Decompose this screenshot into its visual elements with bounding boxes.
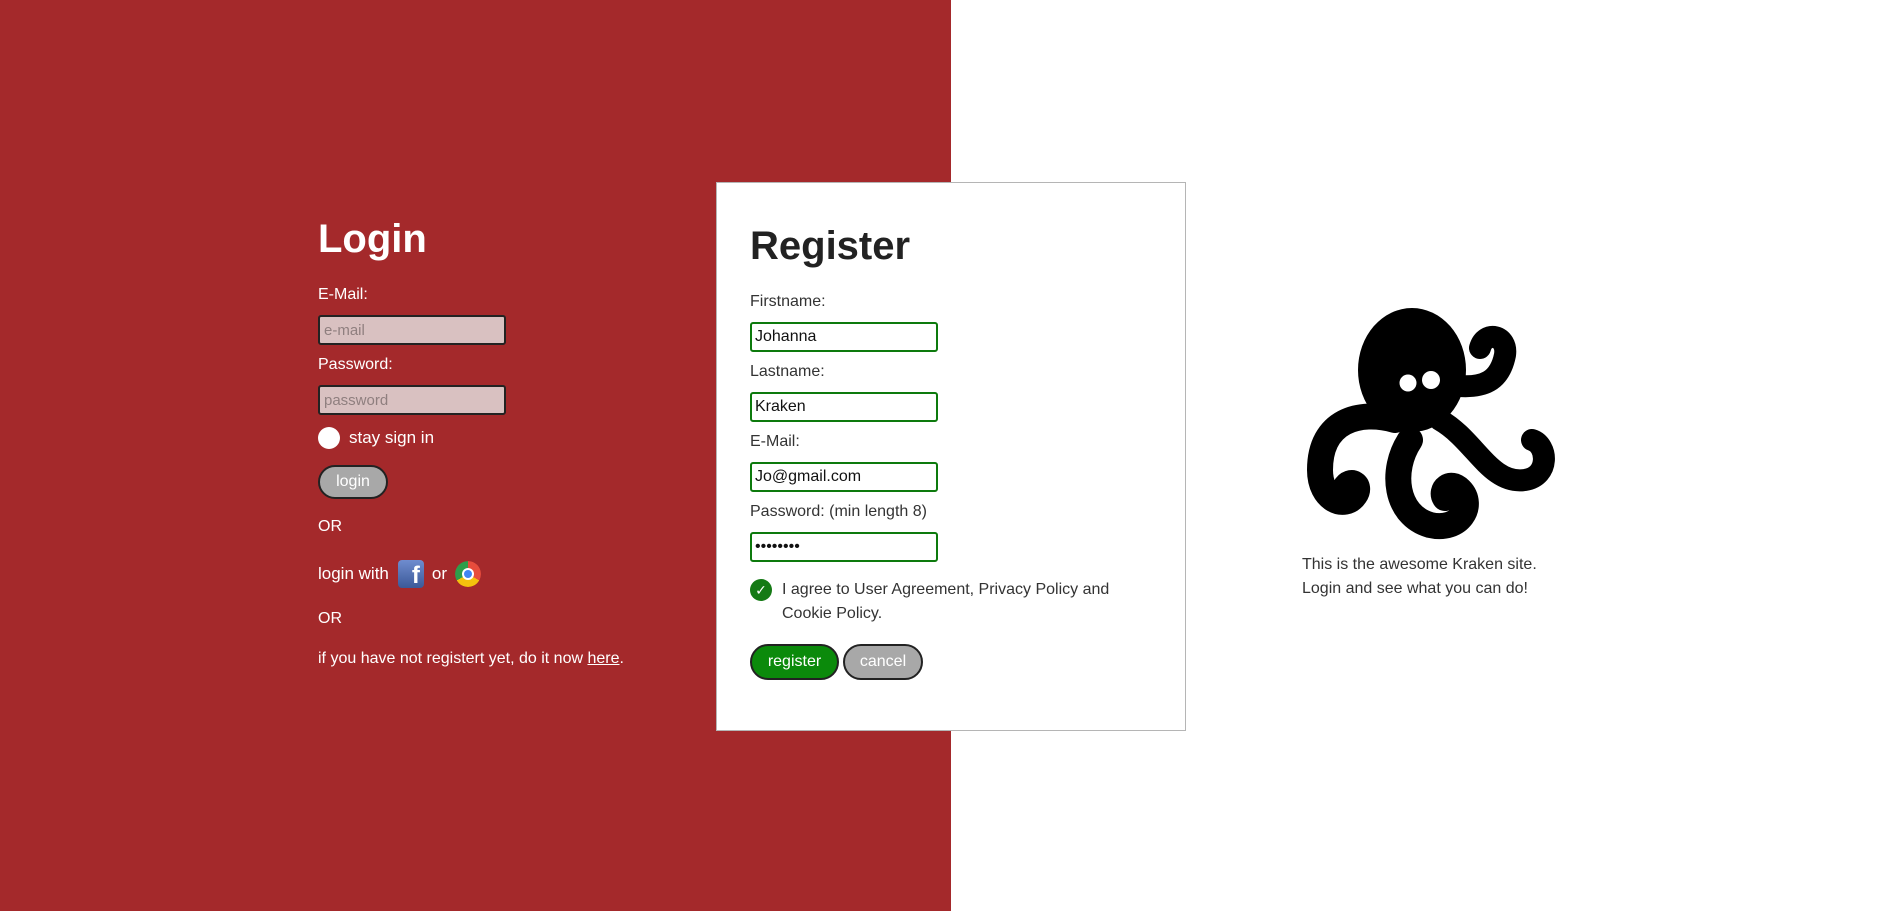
agreement-text: I agree to User Agreement, Privacy Polic…	[782, 581, 1110, 622]
login-with-label: login with	[318, 564, 389, 583]
facebook-icon[interactable]: f	[397, 560, 424, 588]
site-tagline: This is the awesome Kraken site. Login a…	[1302, 553, 1537, 601]
login-email-input[interactable]	[318, 315, 506, 345]
agreement-option[interactable]: ✓ I agree to User Agreement, Privacy Pol…	[750, 578, 1152, 626]
or-separator-2: OR	[318, 610, 342, 627]
login-password-input[interactable]	[318, 385, 506, 415]
lastname-label: Lastname:	[750, 363, 825, 380]
firstname-label: Firstname:	[750, 293, 826, 310]
login-email-label: E-Mail:	[318, 286, 368, 303]
or-word: or	[431, 564, 447, 583]
register-button[interactable]: register	[750, 644, 839, 680]
login-password-label: Password:	[318, 356, 393, 373]
register-prompt-suffix: .	[619, 650, 624, 667]
login-button[interactable]: login	[318, 465, 388, 499]
kraken-logo	[1306, 308, 1555, 540]
register-password-label: Password: (min length 8)	[750, 503, 927, 520]
firstname-input[interactable]	[750, 322, 938, 352]
stay-signed-in-option[interactable]: stay sign in	[318, 425, 738, 451]
login-title: Login	[318, 217, 427, 261]
register-email-label: E-Mail:	[750, 433, 800, 450]
stay-signed-in-label: stay sign in	[349, 428, 435, 447]
register-email-input[interactable]	[750, 462, 938, 492]
check-icon[interactable]: ✓	[750, 579, 772, 601]
or-separator-1: OR	[318, 518, 342, 535]
register-card: Register Firstname: Lastname: E-Mail: Pa…	[716, 182, 1186, 731]
tagline-line-1: This is the awesome Kraken site.	[1302, 556, 1537, 573]
chrome-icon[interactable]	[455, 561, 481, 587]
cancel-button[interactable]: cancel	[843, 644, 923, 680]
register-actions: register cancel	[750, 644, 1152, 680]
lastname-input[interactable]	[750, 392, 938, 422]
stay-signed-in-radio[interactable]	[318, 427, 340, 449]
register-title: Register	[750, 224, 911, 268]
register-prompt-text: if you have not registert yet, do it now	[318, 650, 584, 667]
register-password-input[interactable]	[750, 532, 938, 562]
login-section: Login E-Mail: Password: stay sign in log…	[318, 213, 738, 669]
tagline-line-2: Login and see what you can do!	[1302, 580, 1528, 597]
social-login-row: login with f or	[318, 559, 738, 589]
register-prompt: if you have not registert yet, do it now…	[318, 649, 738, 669]
register-here-link[interactable]: here	[587, 650, 619, 667]
